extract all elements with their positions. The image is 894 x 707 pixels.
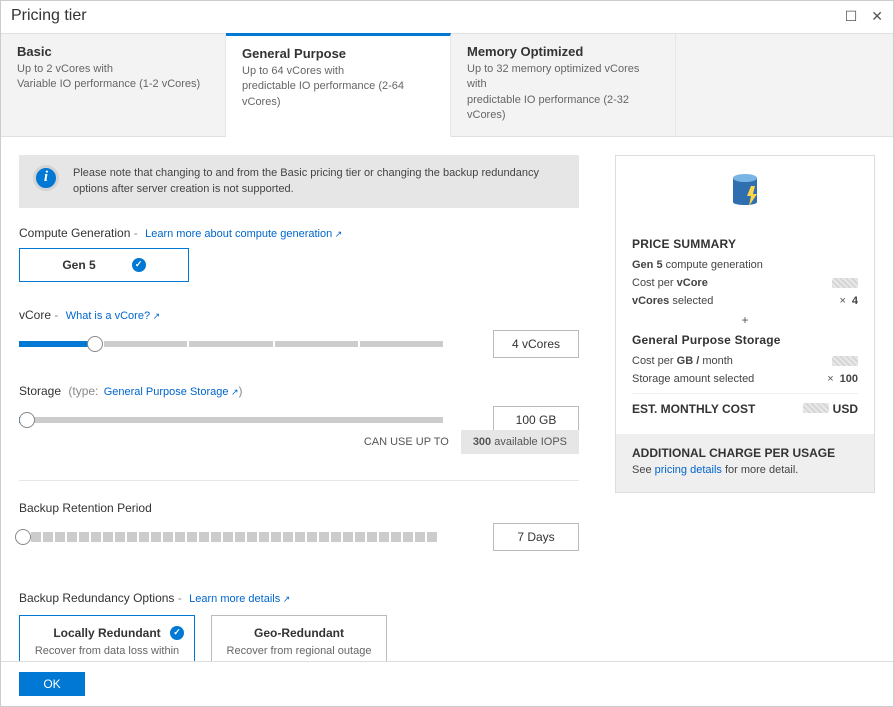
storage-type-link[interactable]: General Purpose Storage (104, 386, 239, 398)
storage-slider[interactable] (19, 417, 443, 423)
retention-value-box[interactable]: 7 Days (493, 523, 579, 551)
tab-mo-sub1: Up to 32 memory optimized vCores with (467, 62, 659, 93)
vcore-slider[interactable] (19, 341, 443, 347)
redacted-price (832, 278, 858, 288)
price-summary-card: PRICE SUMMARY Gen 5 compute generation C… (615, 155, 875, 493)
tab-gp-title: General Purpose (242, 46, 434, 61)
database-icon (616, 156, 874, 221)
additional-charge-section: ADDITIONAL CHARGE PER USAGE See pricing … (616, 434, 874, 492)
tab-basic-sub1: Up to 2 vCores with (17, 62, 209, 77)
vcore-value-box[interactable]: 4 vCores (493, 330, 579, 358)
info-text: Please note that changing to and from th… (73, 165, 565, 198)
redacted-price (803, 403, 829, 413)
check-icon (132, 258, 146, 272)
vcore-learn-link[interactable]: What is a vCore? (66, 310, 160, 322)
ok-button[interactable]: OK (19, 672, 85, 696)
plus-icon: + (632, 313, 858, 327)
close-icon[interactable]: ✕ (871, 9, 883, 23)
storage-selected-value: 100 (840, 373, 858, 385)
vcores-selected-value: 4 (852, 295, 858, 307)
check-icon (170, 626, 184, 640)
redundancy-geo-title: Geo-Redundant (254, 626, 344, 640)
tab-basic-title: Basic (17, 44, 209, 59)
titlebar: Pricing tier ☐ ✕ (1, 1, 893, 33)
tab-gp-sub2: predictable IO performance (2-64 vCores) (242, 79, 434, 110)
iops-indicator: CAN USE UP TO 300 available IOPS (19, 430, 579, 454)
tab-mo-sub2: predictable IO performance (2-32 vCores) (467, 93, 659, 124)
tab-gp-sub1: Up to 64 vCores with (242, 64, 434, 79)
est-monthly-cost: EST. MONTHLY COST USD (632, 393, 858, 420)
storage-label: Storage (type: General Purpose Storage) (19, 384, 579, 398)
pricing-details-link[interactable]: pricing details (655, 464, 722, 476)
tab-basic[interactable]: Basic Up to 2 vCores with Variable IO pe… (1, 34, 226, 136)
retention-slider[interactable] (19, 532, 443, 542)
redundancy-label: Backup Redundancy Options - Learn more d… (19, 591, 579, 605)
redundancy-local-title: Locally Redundant (53, 626, 160, 640)
storage-slider-thumb[interactable] (19, 412, 35, 428)
tab-memory-optimized[interactable]: Memory Optimized Up to 32 memory optimiz… (451, 34, 676, 136)
tab-basic-sub2: Variable IO performance (1-2 vCores) (17, 77, 209, 92)
retention-slider-thumb[interactable] (15, 529, 31, 545)
info-banner: i Please note that changing to and from … (19, 155, 579, 208)
compute-gen-label: Compute Generation - Learn more about co… (19, 226, 579, 240)
tab-general-purpose[interactable]: General Purpose Up to 64 vCores with pre… (226, 33, 451, 137)
redacted-price (832, 356, 858, 366)
info-icon: i (33, 165, 59, 191)
retention-label: Backup Retention Period (19, 501, 579, 515)
gen5-label: Gen 5 (62, 258, 95, 272)
price-summary-heading: PRICE SUMMARY (632, 237, 858, 251)
vcore-slider-thumb[interactable] (87, 336, 103, 352)
tier-tabs: Basic Up to 2 vCores with Variable IO pe… (1, 33, 893, 137)
footer: OK (1, 661, 893, 706)
vcore-label: vCore - What is a vCore? (19, 308, 579, 322)
pricing-tier-window: Pricing tier ☐ ✕ Basic Up to 2 vCores wi… (0, 0, 894, 707)
gen5-option[interactable]: Gen 5 (19, 248, 189, 282)
tab-mo-title: Memory Optimized (467, 44, 659, 59)
compute-gen-learn-link[interactable]: Learn more about compute generation (145, 228, 342, 240)
window-title: Pricing tier (11, 7, 87, 25)
redundancy-learn-link[interactable]: Learn more details (189, 593, 290, 605)
storage-heading: General Purpose Storage (632, 333, 858, 347)
maximize-icon[interactable]: ☐ (845, 9, 858, 23)
